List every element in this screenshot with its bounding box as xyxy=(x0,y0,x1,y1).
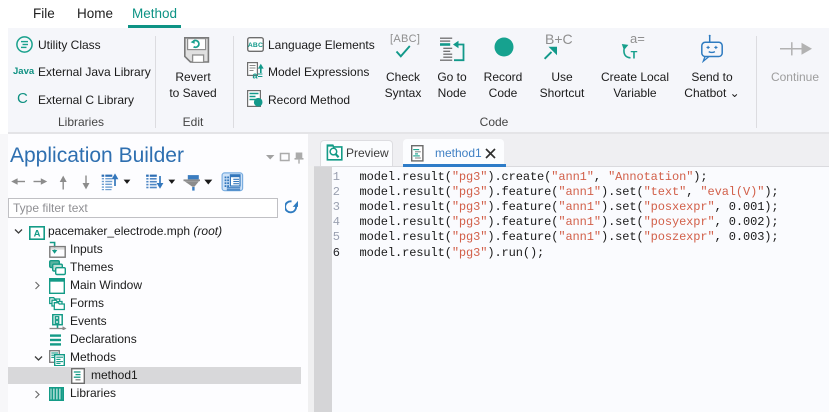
svg-text:A: A xyxy=(34,228,41,239)
svg-text:ABC: ABC xyxy=(248,42,263,49)
svg-text:a=: a= xyxy=(253,71,263,80)
svg-text:T: T xyxy=(631,50,638,60)
